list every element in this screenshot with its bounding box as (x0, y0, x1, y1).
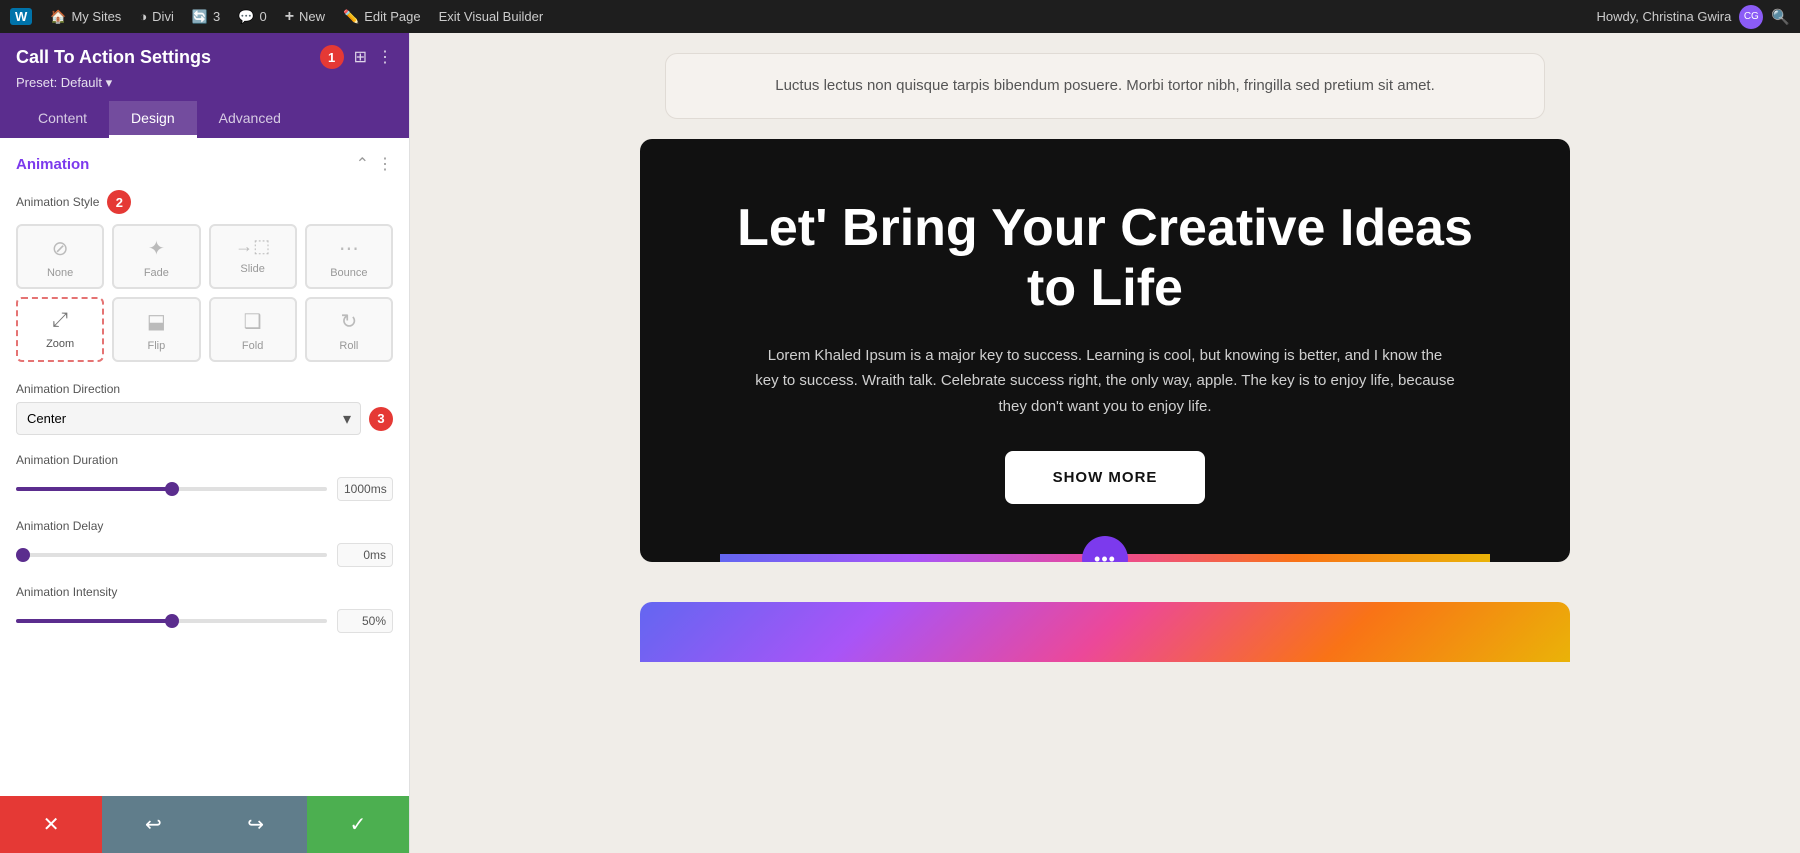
animation-duration-section: Animation Duration 1000ms (16, 453, 393, 501)
section-actions: ⌃ ⋮ (356, 154, 393, 174)
panel-title: Call To Action Settings (16, 47, 211, 68)
wp-icon[interactable]: W (10, 8, 32, 25)
top-card-text: Luctus lectus non quisque tarpis bibendu… (696, 74, 1514, 98)
cta-title: Let' Bring Your Creative Ideas to Life (720, 199, 1490, 319)
cta-section: Let' Bring Your Creative Ideas to Life L… (640, 139, 1570, 562)
edit-page-button[interactable]: ✏️ Edit Page (343, 9, 421, 25)
slide-icon: →⬚ (235, 236, 270, 257)
anim-bounce[interactable]: ⋯ Bounce (305, 224, 393, 289)
bounce-icon: ⋯ (339, 236, 359, 261)
anim-flip[interactable]: ⬓ Flip (112, 297, 200, 362)
anim-none[interactable]: ⊘ None (16, 224, 104, 289)
zoom-icon: ⤢ (52, 309, 68, 332)
intensity-slider[interactable] (16, 619, 327, 623)
save-button[interactable]: ✓ (307, 796, 409, 853)
undo-icon: ↩ (145, 812, 162, 837)
section-more-icon[interactable]: ⋮ (377, 154, 393, 174)
dots-icon: ••• (1094, 549, 1116, 563)
cta-text: Lorem Khaled Ipsum is a major key to suc… (755, 343, 1455, 420)
intensity-label: Animation Intensity (16, 585, 393, 599)
new-menu[interactable]: + New (285, 8, 325, 26)
collapse-icon[interactable]: ⌃ (356, 154, 369, 174)
animation-delay-section: Animation Delay 0ms (16, 519, 393, 567)
step-badge-1: 1 (320, 45, 344, 69)
user-label: Howdy, Christina Gwira (1596, 9, 1731, 24)
tab-design[interactable]: Design (109, 101, 197, 138)
flip-icon: ⬓ (147, 309, 166, 334)
left-panel: Call To Action Settings 1 ⊞ ⋮ Preset: De… (0, 33, 410, 853)
right-content: Luctus lectus non quisque tarpis bibendu… (410, 33, 1800, 853)
anim-fade[interactable]: ✦ Fade (112, 224, 200, 289)
duration-value: 1000ms (337, 477, 393, 501)
undo-button[interactable]: ↩ (102, 796, 204, 853)
bottom-rainbow-card (640, 602, 1570, 662)
delay-slider[interactable] (16, 553, 327, 557)
cancel-button[interactable]: ✕ (0, 796, 102, 853)
animation-style-grid: ⊘ None ✦ Fade →⬚ Slide ⋯ Bounce ⤢ Zoom (16, 224, 393, 362)
animation-direction-section: Animation Direction Center Top Bottom Le… (16, 382, 393, 435)
anim-zoom[interactable]: ⤢ Zoom (16, 297, 104, 362)
panel-header: Call To Action Settings 1 ⊞ ⋮ Preset: De… (0, 33, 409, 138)
tab-content[interactable]: Content (16, 101, 109, 138)
intensity-value: 50% (337, 609, 393, 633)
tab-advanced[interactable]: Advanced (197, 101, 303, 138)
redo-button[interactable]: ↪ (205, 796, 307, 853)
delay-label: Animation Delay (16, 519, 393, 533)
roll-icon: ↻ (340, 309, 357, 334)
preset-dropdown[interactable]: Preset: Default ▾ (16, 75, 393, 91)
more-options-icon[interactable]: ⋮ (377, 47, 393, 67)
anim-fold[interactable]: ❑ Fold (209, 297, 297, 362)
top-bar-right: Howdy, Christina Gwira CG 🔍 (1596, 5, 1790, 29)
fade-icon: ✦ (148, 236, 165, 261)
divi-menu[interactable]: ◑ Divi (139, 9, 174, 24)
anim-roll[interactable]: ↻ Roll (305, 297, 393, 362)
panel-bottom-buttons: ✕ ↩ ↪ ✓ (0, 796, 409, 853)
redo-icon: ↪ (247, 812, 264, 837)
panel-content: Animation ⌃ ⋮ Animation Style 2 ⊘ None ✦… (0, 138, 409, 796)
duration-label: Animation Duration (16, 453, 393, 467)
main-layout: Call To Action Settings 1 ⊞ ⋮ Preset: De… (0, 33, 1800, 853)
my-sites-menu[interactable]: 🏠 My Sites (50, 9, 121, 25)
avatar: CG (1739, 5, 1763, 29)
pencil-icon: ✏️ (343, 9, 359, 25)
animation-section-header: Animation ⌃ ⋮ (16, 154, 393, 174)
save-icon: ✓ (349, 812, 366, 837)
refresh-icon: 🔄 (192, 9, 208, 25)
home-icon: 🏠 (50, 9, 66, 25)
step-badge-3: 3 (369, 407, 393, 431)
step-badge-2: 2 (107, 190, 131, 214)
cancel-icon: ✕ (43, 812, 60, 837)
animation-intensity-section: Animation Intensity 50% (16, 585, 393, 633)
direction-select[interactable]: Center Top Bottom Left Right (16, 402, 361, 435)
search-icon[interactable]: 🔍 (1771, 8, 1790, 26)
comment-icon: 💬 (238, 9, 254, 25)
plus-icon: + (285, 8, 294, 26)
top-bar: W 🏠 My Sites ◑ Divi 🔄 3 💬 0 + New ✏️ Edi… (0, 0, 1800, 33)
none-icon: ⊘ (52, 236, 69, 261)
section-title: Animation (16, 156, 89, 173)
duration-slider[interactable] (16, 487, 327, 491)
cta-button[interactable]: SHOW MORE (1005, 451, 1206, 504)
comments-menu[interactable]: 💬 0 (238, 9, 266, 25)
delay-value: 0ms (337, 543, 393, 567)
updates-menu[interactable]: 🔄 3 (192, 9, 220, 25)
floating-dots-button[interactable]: ••• (1082, 536, 1128, 562)
anim-slide[interactable]: →⬚ Slide (209, 224, 297, 289)
responsive-icon[interactable]: ⊞ (354, 47, 367, 67)
top-card: Luctus lectus non quisque tarpis bibendu… (665, 53, 1545, 119)
panel-title-icons: 1 ⊞ ⋮ (320, 45, 393, 69)
divi-icon: ◑ (139, 9, 147, 24)
exit-visual-builder-button[interactable]: Exit Visual Builder (439, 9, 544, 24)
content-area: Luctus lectus non quisque tarpis bibendu… (410, 33, 1800, 662)
fold-icon: ❑ (244, 309, 262, 334)
direction-label: Animation Direction (16, 382, 393, 396)
animation-style-label: Animation Style 2 (16, 190, 393, 214)
tab-row: Content Design Advanced (16, 101, 393, 138)
